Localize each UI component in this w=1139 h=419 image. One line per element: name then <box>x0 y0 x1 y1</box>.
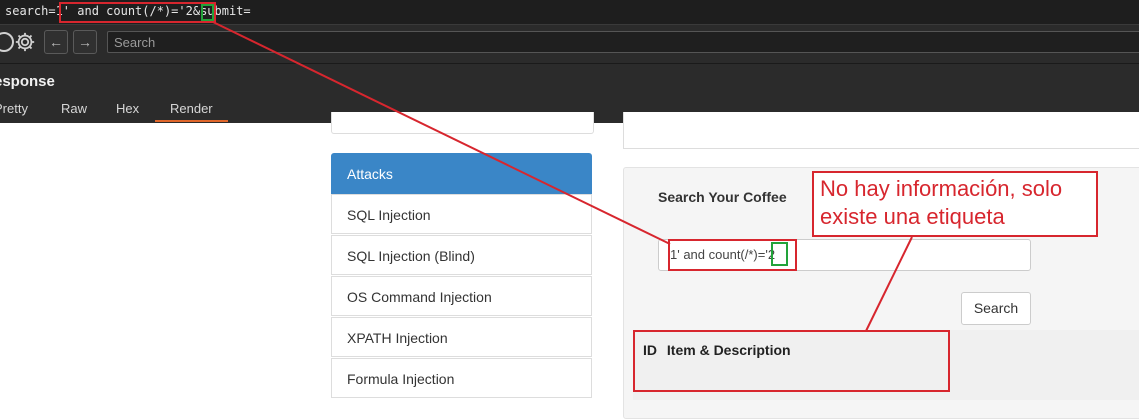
input-digit-highlight-box <box>771 242 788 266</box>
digit-highlight-box <box>201 4 214 21</box>
tab-raw[interactable]: Raw <box>61 101 87 116</box>
tab-hex[interactable]: Hex <box>116 101 139 116</box>
response-search-input[interactable]: Search <box>107 31 1139 53</box>
sidebar-item-sql-injection-blind[interactable]: SQL Injection (Blind) <box>331 235 592 275</box>
arrow-left-icon: ← <box>49 34 63 50</box>
arrow-right-icon: → <box>78 34 92 50</box>
forward-button[interactable]: → <box>73 30 97 54</box>
tab-render[interactable]: Render <box>170 101 213 116</box>
content-top-card <box>623 112 1139 149</box>
sidebar-item-os-command-injection[interactable]: OS Command Injection <box>331 276 592 316</box>
payload-highlight-box <box>59 2 216 23</box>
panel-title: Search Your Coffee <box>658 189 787 205</box>
gear-icon[interactable] <box>13 30 37 54</box>
table-header-highlight-box <box>633 330 950 392</box>
tab-pretty[interactable]: Pretty <box>0 101 28 116</box>
sidebar-top-card <box>331 112 594 134</box>
divider <box>0 63 1139 64</box>
sidebar-item-xpath-injection[interactable]: XPATH Injection <box>331 317 592 357</box>
annotation-line-1: No hay información, solo <box>820 176 1063 201</box>
sidebar-item-sql-injection[interactable]: SQL Injection <box>331 194 592 234</box>
sidebar-item-formula-injection[interactable]: Formula Injection <box>331 358 592 398</box>
response-title: esponse <box>0 73 55 90</box>
sidebar-header-attacks[interactable]: Attacks <box>331 153 592 195</box>
back-button[interactable]: ← <box>44 30 68 54</box>
request-param-name: search= <box>5 4 56 18</box>
annotation-line-2: existe una etiqueta <box>820 204 1005 229</box>
active-tab-indicator <box>155 120 228 122</box>
search-button[interactable]: Search <box>961 292 1031 325</box>
annotation-note: No hay información, solo existe una etiq… <box>812 171 1098 237</box>
